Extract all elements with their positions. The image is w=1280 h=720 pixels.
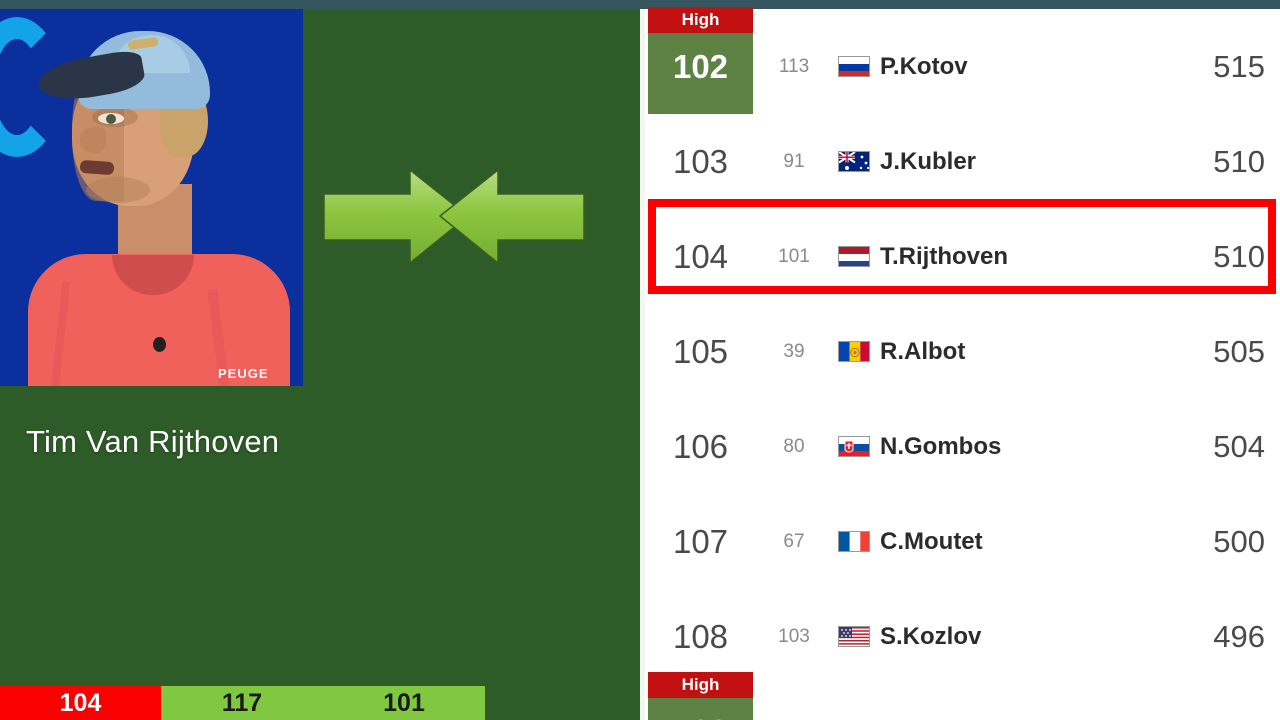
stat-high-rank: 117 [161, 686, 323, 720]
table-row[interactable]: 104 101 T.Rijthoven 510 [640, 209, 1280, 304]
moldova-flag [838, 341, 870, 362]
cell-points: 504 [1213, 428, 1265, 464]
player-name-label: R.Albot [880, 337, 966, 365]
cell-player[interactable]: J.Kubler [838, 114, 1168, 209]
stat-current-rank: 104 [0, 686, 161, 720]
cell-points: 488 [1145, 684, 1265, 720]
table-row[interactable]: 105 39 R.Albot 505 [640, 304, 1280, 399]
stat-previous-rank: 101 [323, 686, 485, 720]
table-row[interactable]: 108 103 S.Kozlov 496 [640, 589, 1280, 684]
cell-previous-rank: 113 [778, 55, 810, 77]
cell-points: 505 [1213, 333, 1265, 369]
cell-rank: 104 [672, 237, 729, 275]
player-name-label: T.Rijthoven [880, 242, 1009, 270]
cell-player[interactable]: P.Kotov [838, 19, 1168, 114]
top-strip [0, 0, 1280, 9]
cell-rank: 108 [672, 617, 729, 655]
cell-previous-rank: 67 [783, 530, 805, 552]
cell-previous-rank: 103 [778, 625, 810, 647]
player-name-label: P.Kotov [880, 52, 968, 80]
converging-arrows-icon [322, 164, 586, 269]
stat-filler [485, 686, 640, 720]
photo-sponsor-text: PEUGE [218, 366, 269, 381]
photo-nose [80, 127, 106, 153]
france-flag [838, 531, 870, 552]
cell-points: 510 [1213, 238, 1265, 274]
high-badge: High [648, 7, 753, 33]
table-row[interactable]: 103 91 J.Kubler 510 [640, 114, 1280, 209]
cell-previous-rank: 80 [783, 435, 805, 457]
netherlands-flag [838, 246, 870, 267]
cell-points: 515 [1213, 48, 1265, 84]
table-row[interactable]: High109119H.Grenier488 [640, 672, 1280, 720]
ranking-table: High 102 113 P.Kotov 515 103 91 J.Kubler 510 104 1… [640, 7, 1280, 720]
table-row[interactable]: High 102 113 P.Kotov 515 [640, 7, 1280, 114]
table-row[interactable]: 107 67 C.Moutet 500 [640, 494, 1280, 589]
cell-player[interactable]: R.Albot [838, 304, 1168, 399]
cell-previous-rank: 101 [778, 245, 810, 267]
cell-points: 500 [1213, 523, 1265, 559]
screenshot-root: PEUGE Tim Van Rijthoven 104 117 101 High… [0, 0, 1280, 720]
page-title: Tim Van Rijthoven [26, 424, 280, 459]
photo-shirt-button [153, 337, 166, 352]
cell-player[interactable]: N.Gombos [838, 399, 1168, 494]
slovakia-flag [838, 436, 870, 457]
cell-previous-rank: 119 [758, 684, 830, 720]
usa-flag [838, 626, 870, 647]
photo-pupil [106, 114, 116, 124]
player-name-label: C.Moutet [880, 527, 983, 555]
player-photo: PEUGE [0, 9, 303, 386]
cell-points: 510 [1213, 143, 1265, 179]
player-name-label: J.Kubler [880, 147, 977, 175]
cell-previous-rank: 39 [783, 340, 805, 362]
high-badge: High [648, 672, 753, 698]
player-panel: PEUGE Tim Van Rijthoven 104 117 101 [0, 9, 640, 720]
cell-rank: 103 [672, 142, 729, 180]
cell-rank: 106 [672, 427, 729, 465]
cell-player[interactable]: S.Kozlov [838, 589, 1168, 684]
cell-rank: 105 [672, 332, 729, 370]
player-name-label: N.Gombos [880, 432, 1002, 460]
cell-points: 496 [1213, 618, 1265, 654]
photo-mouth [79, 159, 115, 176]
rank-stats-bar: 104 117 101 [0, 686, 640, 720]
cell-player[interactable]: T.Rijthoven [838, 209, 1168, 304]
cell-rank: 107 [672, 522, 729, 560]
table-row[interactable]: 106 80 N.Gombos 504 [640, 399, 1280, 494]
player-name-label: S.Kozlov [880, 622, 982, 650]
cell-player[interactable]: C.Moutet [838, 494, 1168, 589]
photo-chin-shadow [86, 177, 150, 203]
russia-flag [838, 56, 870, 77]
australia-flag [838, 151, 870, 172]
cell-rank: 102 [648, 19, 753, 114]
cell-previous-rank: 91 [783, 150, 805, 172]
cell-player[interactable]: H.Grenier [838, 684, 1168, 720]
